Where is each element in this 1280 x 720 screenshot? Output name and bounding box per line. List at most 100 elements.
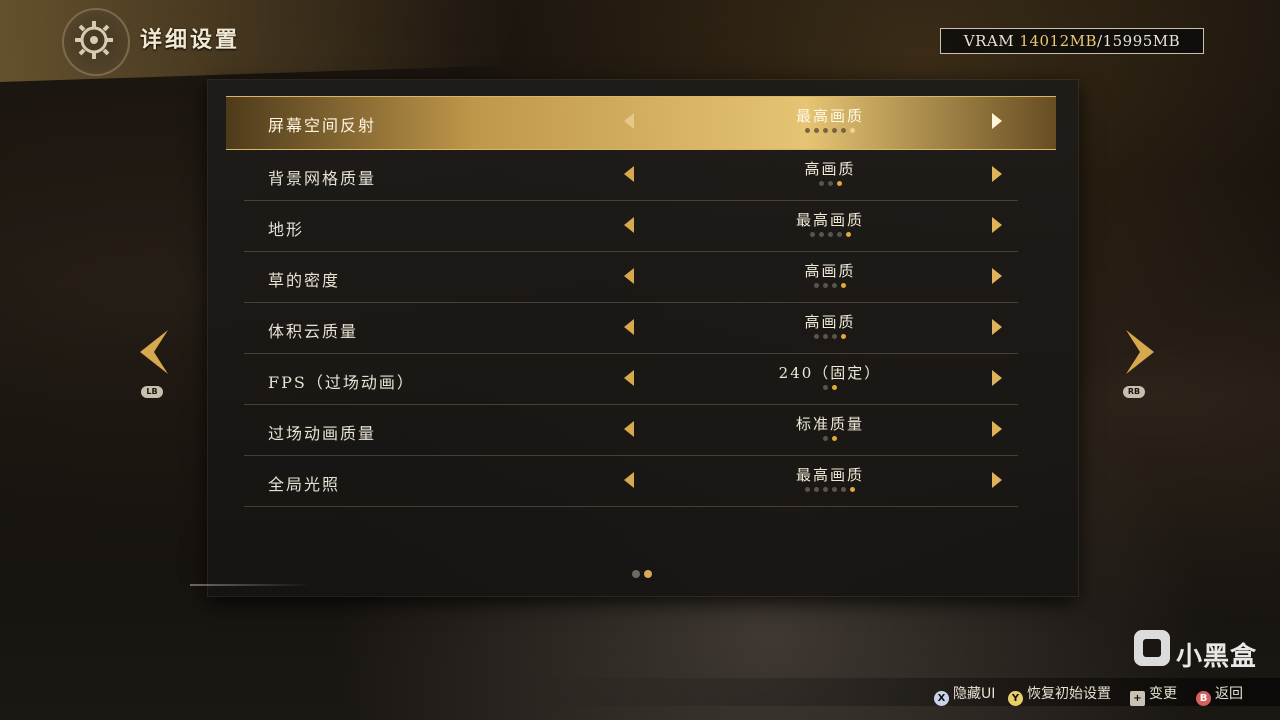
level-dot xyxy=(832,283,837,288)
level-dot xyxy=(841,334,846,339)
level-dot xyxy=(850,487,855,492)
level-dot xyxy=(832,334,837,339)
level-dot xyxy=(823,487,828,492)
setting-label: 草的密度 xyxy=(268,271,341,290)
hint-restore-defaults[interactable]: Y 恢复初始设置 xyxy=(1008,683,1111,706)
setting-label: FPS（过场动画） xyxy=(268,373,415,392)
increase-arrow-icon[interactable] xyxy=(992,166,1002,182)
increase-arrow-icon[interactable] xyxy=(992,370,1002,386)
watermark-text: 小黑盒 xyxy=(1176,642,1258,672)
setting-row[interactable]: 全局光照 最高画质 xyxy=(244,456,1018,507)
setting-label: 背景网格质量 xyxy=(268,169,377,188)
setting-row[interactable]: FPS（过场动画） 240（固定） xyxy=(244,354,1018,405)
setting-label: 过场动画质量 xyxy=(268,424,377,443)
level-dot xyxy=(805,487,810,492)
page-dot xyxy=(644,570,652,578)
hint-back-label: 返回 xyxy=(1215,686,1243,702)
hint-back[interactable]: B 返回 xyxy=(1196,683,1243,706)
next-tab-arrow-icon[interactable] xyxy=(1118,328,1158,376)
level-dot xyxy=(841,487,846,492)
increase-arrow-icon[interactable] xyxy=(992,113,1002,129)
setting-row[interactable]: 草的密度 高画质 xyxy=(244,252,1018,303)
page-dot xyxy=(632,570,640,578)
level-dot xyxy=(814,128,819,133)
decrease-arrow-icon[interactable] xyxy=(624,370,634,386)
decrease-arrow-icon[interactable] xyxy=(624,319,634,335)
level-dot xyxy=(827,232,833,237)
vram-total: 15995MB xyxy=(1102,32,1181,50)
level-dot xyxy=(809,232,815,237)
increase-arrow-icon[interactable] xyxy=(992,217,1002,233)
level-dot xyxy=(818,181,824,186)
hint-change-label: 变更 xyxy=(1149,686,1177,702)
b-button-icon: B xyxy=(1196,691,1211,706)
increase-arrow-icon[interactable] xyxy=(992,421,1002,437)
increase-arrow-icon[interactable] xyxy=(992,472,1002,488)
setting-row[interactable]: 地形 最高画质 xyxy=(244,201,1018,252)
level-dot xyxy=(814,283,819,288)
level-dots xyxy=(744,232,916,237)
setting-value: 高画质 xyxy=(804,262,856,280)
setting-row[interactable]: 过场动画质量 标准质量 xyxy=(244,405,1018,456)
level-dots xyxy=(744,283,916,288)
rb-button-badge: RB xyxy=(1123,386,1145,398)
hint-change[interactable]: + 变更 xyxy=(1130,683,1177,706)
panel-edge-divider xyxy=(190,584,310,586)
decrease-arrow-icon[interactable] xyxy=(624,472,634,488)
level-dot xyxy=(850,128,855,133)
level-dot xyxy=(845,232,851,237)
settings-gear-emblem-icon xyxy=(62,8,130,76)
level-dots xyxy=(744,436,916,441)
level-dot xyxy=(805,128,810,133)
setting-value: 标准质量 xyxy=(795,415,864,433)
lb-button-badge: LB xyxy=(141,386,163,398)
decrease-arrow-icon[interactable] xyxy=(624,217,634,233)
setting-row[interactable]: 体积云质量 高画质 xyxy=(244,303,1018,354)
decrease-arrow-icon[interactable] xyxy=(624,421,634,437)
setting-value: 高画质 xyxy=(804,160,856,178)
setting-value: 最高画质 xyxy=(795,466,864,484)
level-dots xyxy=(744,487,916,492)
vram-indicator: VRAM 14012MB/15995MB xyxy=(940,28,1204,54)
level-dots xyxy=(744,385,916,390)
level-dot xyxy=(841,128,846,133)
increase-arrow-icon[interactable] xyxy=(992,268,1002,284)
level-dot xyxy=(832,436,837,441)
level-dot xyxy=(814,334,819,339)
decrease-arrow-icon[interactable] xyxy=(624,166,634,182)
setting-value: 240（固定） xyxy=(778,364,882,382)
level-dots xyxy=(744,181,916,186)
decrease-arrow-icon[interactable] xyxy=(624,268,634,284)
setting-row[interactable]: 屏幕空间反射 最高画质 xyxy=(226,96,1056,150)
setting-value: 高画质 xyxy=(804,313,856,331)
prev-tab-arrow-icon[interactable] xyxy=(136,328,176,376)
settings-panel: 屏幕空间反射 最高画质 背景网格质量 高画质 地形 最高画质 草的密度 高画质 体积云质量 高画质… xyxy=(208,80,1078,596)
level-dot xyxy=(823,128,828,133)
level-dot xyxy=(823,334,828,339)
dpad-icon: + xyxy=(1130,691,1145,706)
page-indicator xyxy=(630,570,654,578)
vram-used-unit: MB xyxy=(1069,32,1098,50)
level-dot xyxy=(818,232,824,237)
level-dot xyxy=(836,181,842,186)
setting-label: 体积云质量 xyxy=(268,322,359,341)
setting-label: 屏幕空间反射 xyxy=(268,116,377,135)
setting-value: 最高画质 xyxy=(795,107,864,125)
level-dots xyxy=(744,128,916,133)
x-button-icon: X xyxy=(934,691,949,706)
setting-label: 全局光照 xyxy=(268,475,341,494)
setting-label: 地形 xyxy=(268,220,305,239)
increase-arrow-icon[interactable] xyxy=(992,319,1002,335)
setting-row[interactable]: 背景网格质量 高画质 xyxy=(244,150,1018,201)
page-title: 详细设置 xyxy=(140,27,241,53)
level-dot xyxy=(823,385,828,390)
watermark-logo-icon xyxy=(1134,630,1170,666)
hint-hide-ui[interactable]: X 隐藏UI xyxy=(934,683,995,706)
hint-restore-defaults-label: 恢复初始设置 xyxy=(1027,686,1111,702)
decrease-arrow-icon[interactable] xyxy=(624,113,634,129)
vram-used: 14012 xyxy=(1019,32,1070,50)
level-dot xyxy=(823,436,828,441)
level-dot xyxy=(832,487,837,492)
setting-value: 最高画质 xyxy=(795,211,864,229)
level-dot xyxy=(827,181,833,186)
